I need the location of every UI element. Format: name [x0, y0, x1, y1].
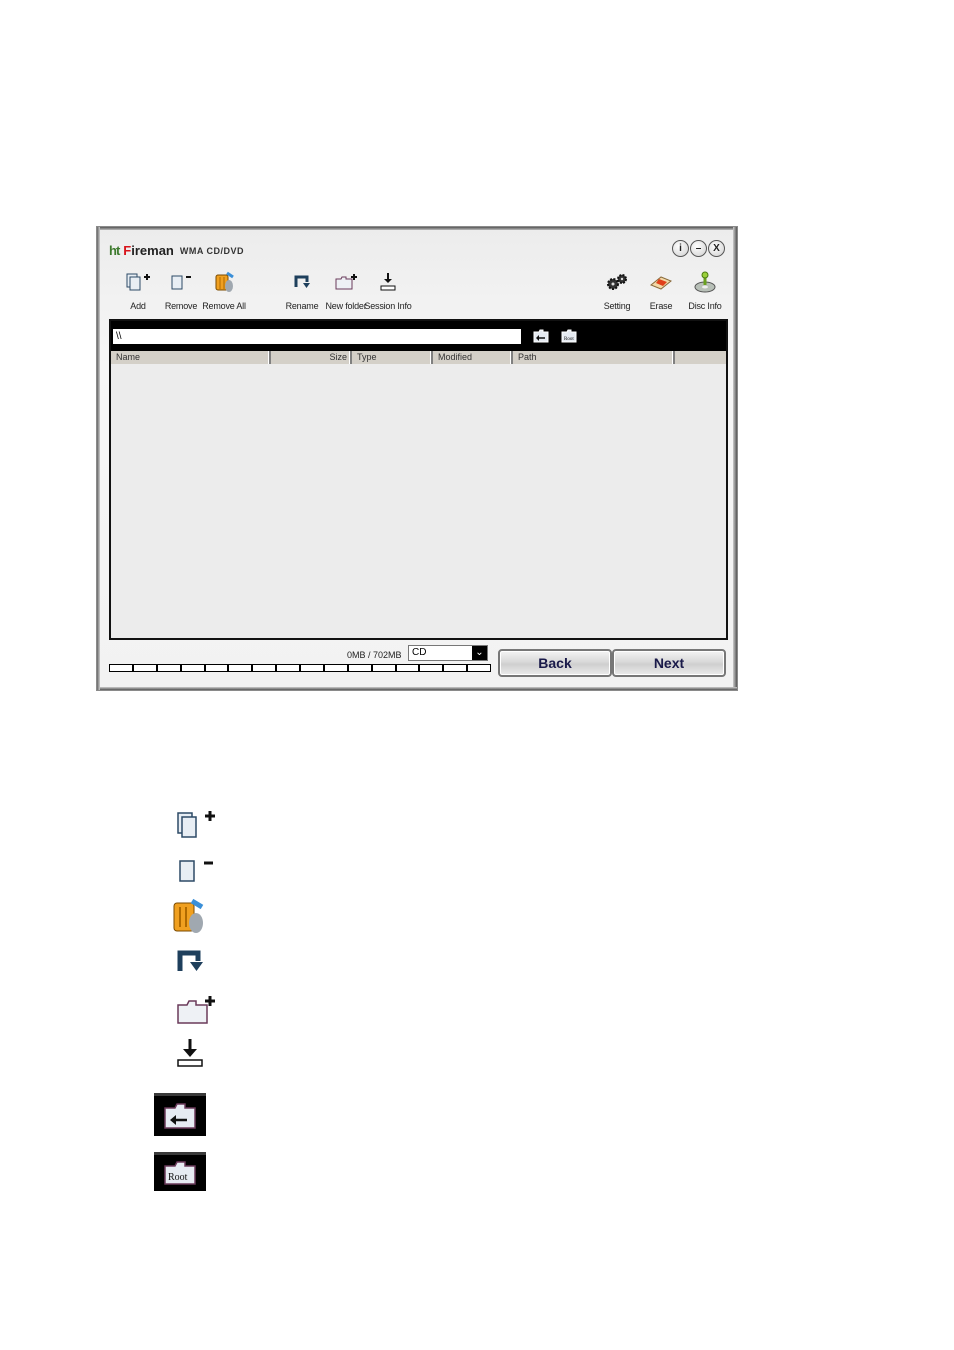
minimize-button[interactable]: – [690, 240, 707, 257]
column-name[interactable]: Name [111, 351, 271, 364]
info-button[interactable]: i [672, 240, 689, 257]
legend-root-folder-icon: Root [154, 1152, 206, 1191]
root-folder-button[interactable]: Root [561, 329, 577, 343]
rename-button[interactable]: Rename [277, 271, 327, 311]
close-button[interactable]: X [708, 240, 725, 257]
add-icon [125, 271, 151, 293]
column-header: Name Size Type Modified Path [111, 351, 726, 364]
setting-button[interactable]: Setting [592, 271, 642, 311]
legend-new-folder-icon [172, 992, 222, 1028]
rename-label: Rename [285, 301, 319, 311]
legend-session-info-icon [172, 1036, 208, 1070]
logo-icon: ht [109, 243, 120, 258]
app-name: Fireman [123, 243, 174, 258]
new-folder-icon [334, 271, 358, 293]
root-folder-icon: Root [561, 329, 577, 343]
disc-type-value: CD [412, 647, 427, 658]
svg-text:Root: Root [168, 1172, 188, 1183]
disc-info-label: Disc Info [688, 301, 722, 311]
rename-icon [293, 271, 311, 293]
disc-type-select[interactable]: CD ⌄ [408, 645, 488, 661]
session-info-button[interactable]: Session Info [363, 271, 413, 311]
remove-all-label: Remove All [202, 301, 246, 311]
remove-all-icon [213, 271, 235, 293]
back-button[interactable]: Back [498, 649, 612, 677]
legend-add-icon [172, 806, 222, 842]
column-path[interactable]: Path [513, 351, 675, 364]
setting-label: Setting [603, 301, 631, 311]
column-modified[interactable]: Modified [433, 351, 513, 364]
next-button[interactable]: Next [612, 649, 726, 677]
app-subtitle: WMA CD/DVD [179, 245, 245, 256]
legend-remove-icon [172, 852, 222, 888]
add-label: Add [130, 301, 146, 311]
column-type[interactable]: Type [352, 351, 433, 364]
chevron-down-icon[interactable]: ⌄ [472, 646, 487, 660]
eraser-icon [649, 271, 673, 293]
gear-icon [605, 271, 629, 293]
window-border-right [733, 227, 737, 690]
window-border-bottom [97, 687, 737, 690]
legend-rename-icon [172, 946, 208, 978]
erase-button[interactable]: Erase [636, 271, 686, 311]
fireman-window: ht Fireman WMA CD/DVD i – X Add Remove R… [96, 226, 738, 691]
legend-remove-all-icon [168, 896, 212, 936]
file-list[interactable] [111, 364, 726, 638]
remove-all-button[interactable]: Remove All [199, 271, 249, 311]
app-name-rest: ireman [131, 243, 174, 258]
parent-folder-icon [533, 329, 549, 343]
disc-info-button[interactable]: Disc Info [680, 271, 730, 311]
new-folder-label: New folder [325, 301, 367, 311]
disc-info-icon [693, 271, 717, 293]
capacity-progress-bar [109, 664, 491, 672]
svg-text:Root: Root [564, 337, 574, 342]
remove-icon [169, 271, 193, 293]
session-info-label: Session Info [364, 301, 412, 311]
column-size[interactable]: Size [271, 351, 352, 364]
column-extra[interactable] [675, 351, 726, 364]
path-input[interactable]: \\ [113, 329, 521, 344]
title-bar: ht Fireman WMA CD/DVD [109, 243, 244, 258]
erase-label: Erase [649, 301, 673, 311]
remove-label: Remove [164, 301, 198, 311]
legend-parent-folder-icon [154, 1093, 206, 1136]
window-controls: i – X [672, 240, 725, 257]
session-info-icon [379, 271, 397, 293]
file-browser-panel: \\ Root Name Size Type Modified Path [109, 319, 728, 640]
parent-folder-button[interactable] [533, 329, 549, 343]
capacity-label: 0MB / 702MB [347, 650, 402, 660]
